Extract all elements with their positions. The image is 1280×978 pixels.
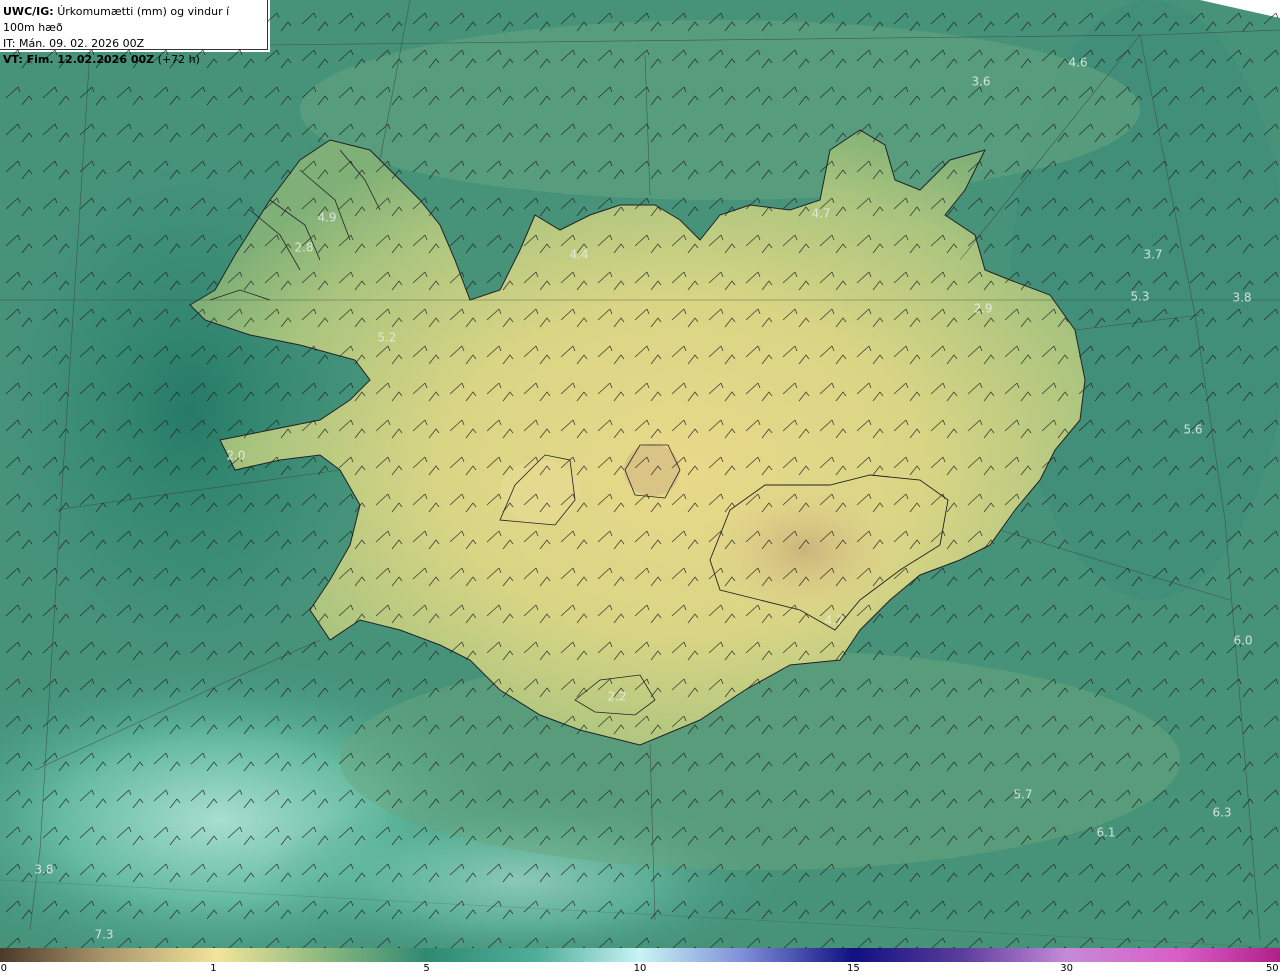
model-label: UWC/IG: bbox=[3, 5, 54, 18]
precip-value-label: 5.3 bbox=[1130, 290, 1149, 304]
colorbar-gradient bbox=[0, 948, 1280, 962]
wind-barbs bbox=[0, 0, 1280, 948]
precip-value-label: 2.9 bbox=[973, 302, 992, 316]
precip-value-label: 6.1 bbox=[1096, 826, 1115, 840]
precip-value-label: 5.2 bbox=[377, 331, 396, 345]
forecast-map-view: 4.6 3.6 4.9 2.8 4.4 4.7 3.7 5.3 3.8 2.9 5.2 5.6 2.0 6… bbox=[0, 0, 1280, 978]
precip-value-label: 4.9 bbox=[317, 211, 336, 225]
issue-time: IT: Mán. 09. 02. 2026 00Z bbox=[3, 37, 145, 50]
precip-value-label: 3.8 bbox=[34, 863, 53, 877]
lead-time: (+72 h) bbox=[154, 53, 200, 66]
precipitation-map: 4.6 3.6 4.9 2.8 4.4 4.7 3.7 5.3 3.8 2.9 5.2 5.6 2.0 6… bbox=[0, 0, 1280, 948]
precip-value-label: 2.2 bbox=[607, 690, 626, 704]
precip-value-label: 3.6 bbox=[971, 75, 990, 89]
precip-value-label: 4.7 bbox=[811, 207, 830, 221]
precip-value-label: 5.7 bbox=[1013, 788, 1032, 802]
valid-time: VT: Fim. 12.02.2026 00Z bbox=[3, 53, 155, 66]
precip-value-label: 2.0 bbox=[226, 449, 245, 463]
precip-value-label: 3.7 bbox=[1143, 248, 1162, 262]
colorbar-tick-label: 15 bbox=[847, 963, 860, 974]
colorbar-tick-label: 0 bbox=[0, 963, 8, 974]
colorbar-tick-label: 10 bbox=[633, 963, 647, 974]
forecast-info-box: UWC/IG: Úrkomumætti (mm) og vindur í 100… bbox=[0, 0, 268, 66]
colorbar-tick-label: 50 bbox=[1265, 963, 1279, 974]
colorbar-tick-label: 30 bbox=[1060, 963, 1073, 974]
precip-value-label: 4.4 bbox=[569, 248, 588, 262]
precip-value-label: 3.8 bbox=[1232, 291, 1251, 305]
precip-value-label: 4.6 bbox=[1068, 56, 1087, 70]
precip-value-label: 7.3 bbox=[94, 928, 113, 942]
precip-value-label: 4.7 bbox=[824, 614, 843, 628]
precip-value-label: 6.0 bbox=[1233, 634, 1252, 648]
precip-value-label: 5.6 bbox=[1183, 423, 1202, 437]
precip-value-label: 2.8 bbox=[294, 241, 313, 255]
valid-time-line: VT: Fim. 12.02.2026 00Z (+72 h) bbox=[3, 52, 263, 68]
colorbar-tick-label: 1 bbox=[210, 963, 217, 974]
colorbar-tick-label: 5 bbox=[423, 963, 430, 974]
colorbar-legend: 0 1 5 10 15 30 50 bbox=[0, 948, 1280, 978]
title-line: UWC/IG: Úrkomumætti (mm) og vindur í 100… bbox=[3, 4, 263, 36]
precip-value-label: 6.3 bbox=[1212, 806, 1231, 820]
